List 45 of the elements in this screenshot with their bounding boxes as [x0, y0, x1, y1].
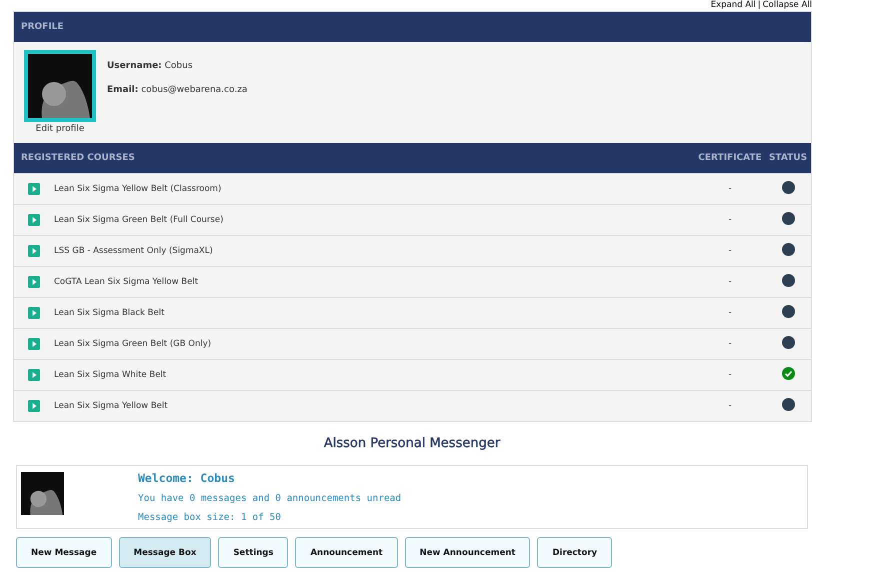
expand-all-link[interactable]: Expand All: [710, 0, 756, 11]
play-icon[interactable]: [28, 307, 40, 319]
course-name[interactable]: CoGTA Lean Six Sigma Yellow Belt: [54, 277, 695, 287]
column-header: REGISTERED COURSES: [21, 153, 136, 163]
play-icon[interactable]: [28, 338, 40, 350]
certificate-cell: -: [728, 246, 732, 256]
course-name[interactable]: Lean Six Sigma White Belt: [54, 370, 695, 380]
separator: |: [756, 0, 762, 11]
course-name[interactable]: Lean Six Sigma Black Belt: [54, 308, 695, 318]
certificate-cell: -: [728, 215, 732, 225]
section-header: PROFILE: [14, 12, 811, 42]
nav-button[interactable]: New Message: [16, 537, 112, 568]
box-size-text: Message box size: 1 of 50: [138, 512, 282, 523]
certificate-cell: -: [728, 339, 732, 349]
play-icon[interactable]: [28, 245, 40, 257]
certificate-cell: -: [728, 401, 732, 411]
play-icon[interactable]: [28, 369, 40, 381]
profile-field: Username: Cobus: [107, 61, 248, 71]
column-header: CERTIFICATE: [697, 153, 763, 163]
nav-button[interactable]: Announcement: [295, 537, 398, 568]
nav-button[interactable]: Message Box: [118, 537, 212, 568]
collapse-all-link[interactable]: Collapse All: [762, 0, 812, 11]
certificate-cell: -: [728, 277, 732, 287]
play-icon[interactable]: [28, 214, 40, 226]
column-header: STATUS: [768, 153, 808, 163]
course-name[interactable]: Lean Six Sigma Green Belt (Full Course): [54, 215, 695, 225]
nav-button[interactable]: Settings: [218, 537, 288, 568]
course-name[interactable]: Lean Six Sigma Green Belt (GB Only): [54, 339, 695, 349]
course-name[interactable]: LSS GB - Assessment Only (SigmaXL): [54, 246, 695, 256]
play-icon[interactable]: [28, 400, 40, 412]
course-name[interactable]: Lean Six Sigma Yellow Belt (Classroom): [54, 184, 695, 194]
play-icon[interactable]: [28, 183, 40, 195]
certificate-cell: -: [728, 308, 732, 318]
play-icon[interactable]: [28, 276, 40, 288]
welcome-text: Welcome: Cobus: [138, 471, 236, 485]
photo-placeholder: [21, 472, 64, 515]
edit-profile-link[interactable]: Edit profile: [36, 124, 84, 134]
unread-text: You have 0 messages and 0 announcements unread: [138, 493, 402, 504]
course-name[interactable]: Lean Six Sigma Yellow Belt: [54, 401, 695, 411]
certificate-cell: -: [728, 184, 732, 194]
profile-field: Email: cobus@webarena.co.za: [107, 85, 248, 95]
nav-button[interactable]: New Announcement: [404, 537, 530, 568]
nav-button[interactable]: Directory: [537, 537, 612, 568]
messenger-title: Alsson Personal Messenger: [322, 436, 502, 451]
certificate-cell: -: [728, 370, 732, 380]
